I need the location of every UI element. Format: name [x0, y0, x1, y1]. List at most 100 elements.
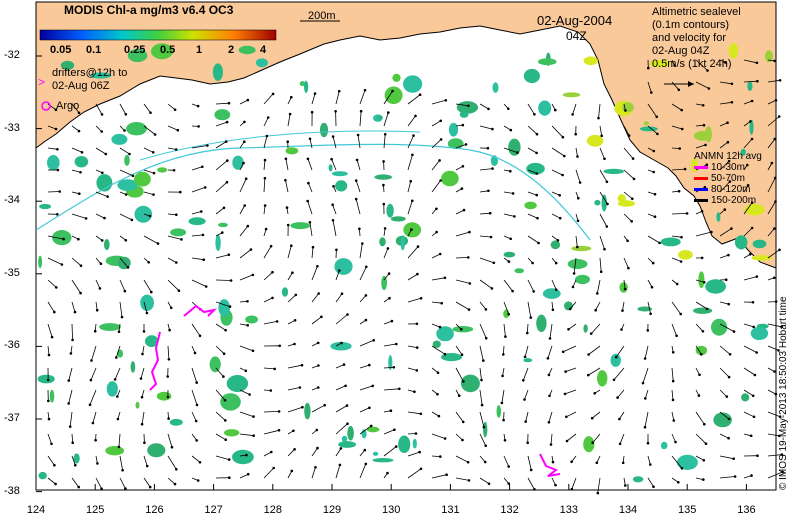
velocity-arrow-head — [177, 289, 181, 293]
velocity-arrow-head — [486, 146, 490, 150]
velocity-arrow-head — [437, 414, 441, 418]
velocity-arrow-head — [561, 173, 564, 177]
chl-patch — [99, 323, 121, 331]
velocity-arrow-head — [386, 247, 390, 250]
velocity-arrow-head — [121, 468, 124, 472]
chl-patch — [124, 154, 130, 166]
velocity-arrow-head — [770, 161, 774, 165]
velocity-arrow-head — [482, 359, 485, 362]
chl-patch — [436, 326, 454, 342]
chl-patch — [412, 438, 417, 449]
chl-patch — [111, 133, 128, 145]
velocity-arrow-head — [513, 215, 516, 218]
velocity-arrow-head — [317, 364, 320, 367]
velocity-arrow-head — [419, 412, 423, 416]
velocity-arrow-head — [317, 386, 320, 389]
velocity-arrow-head — [116, 417, 120, 421]
velocity-arrow-head — [587, 353, 590, 356]
velocity-arrow-head — [727, 417, 731, 421]
chl-patch — [130, 361, 136, 373]
velocity-arrow-head — [338, 463, 342, 467]
velocity-arrow-head — [204, 285, 208, 288]
chl-patch — [49, 389, 55, 403]
velocity-arrow-head — [772, 276, 776, 280]
velocity-arrow-head — [124, 238, 128, 242]
velocity-arrow-head — [372, 339, 376, 342]
velocity-arrow-head — [223, 398, 227, 402]
chl-patch — [74, 156, 89, 168]
velocity-arrow-head — [100, 113, 104, 116]
x-tick-label: 135 — [678, 504, 697, 516]
velocity-arrow-head — [653, 192, 657, 196]
chl-patch — [334, 258, 353, 275]
velocity-arrow-head — [252, 434, 255, 438]
velocity-arrow-head — [596, 292, 599, 295]
velocity-arrow-head — [222, 352, 226, 356]
velocity-arrow-head — [480, 378, 483, 382]
velocity-arrow-head — [145, 311, 149, 315]
chl-patch — [392, 73, 401, 82]
velocity-arrow-head — [460, 187, 464, 190]
chl-patch — [523, 358, 533, 363]
velocity-arrow-head — [752, 415, 756, 419]
velocity-arrow-head — [526, 441, 529, 445]
altimetry-line: Altimetric sealevel — [652, 6, 741, 18]
velocity-arrow-head — [671, 379, 675, 383]
velocity-arrow-head — [224, 419, 227, 422]
velocity-arrow-head — [246, 98, 250, 102]
velocity-arrow-head — [363, 88, 367, 92]
chl-patch — [290, 222, 311, 230]
velocity-arrow-head — [409, 179, 413, 183]
chl-patch — [514, 268, 524, 274]
velocity-arrow-head — [701, 330, 705, 333]
velocity-arrow-head — [462, 208, 466, 212]
velocity-arrow-head — [273, 367, 277, 371]
chl-patch — [564, 301, 573, 311]
y-tick-label: -34 — [4, 194, 20, 207]
velocity-arrow-head — [300, 363, 304, 367]
velocity-arrow-head — [652, 149, 656, 153]
velocity-arrow-head — [439, 179, 442, 182]
chl-patch — [238, 45, 256, 55]
chl-patch — [381, 275, 387, 291]
velocity-arrow-head — [727, 253, 730, 257]
velocity-arrow-head — [574, 132, 577, 136]
velocity-arrow-head — [594, 308, 597, 312]
velocity-arrow-head — [68, 425, 72, 428]
chl-patch — [38, 471, 47, 480]
velocity-arrow-head — [117, 330, 121, 334]
velocity-arrow-head — [71, 441, 74, 445]
chl-patch — [209, 356, 221, 373]
velocity-arrow-head — [198, 461, 202, 464]
velocity-arrow-head — [749, 120, 752, 123]
velocity-arrow-head — [316, 265, 319, 268]
chl-patch — [698, 271, 705, 289]
velocity-arrow-head — [128, 152, 131, 156]
velocity-arrow-head — [410, 228, 413, 231]
velocity-arrow-head — [346, 313, 349, 316]
velocity-arrow-head — [564, 370, 567, 373]
chl-patch — [319, 122, 329, 138]
chl-patch — [747, 81, 753, 91]
velocity-arrow-head — [509, 237, 512, 241]
velocity-arrow-head — [317, 292, 321, 295]
velocity-arrow-head — [490, 287, 494, 290]
velocity-arrow-head — [69, 352, 73, 355]
velocity-arrow-head — [166, 395, 170, 399]
velocity-arrow-head — [646, 329, 650, 332]
velocity-arrow-head — [462, 380, 465, 383]
velocity-arrow-head — [461, 438, 464, 442]
velocity-arrow-head — [627, 266, 630, 270]
velocity-arrow-head — [438, 325, 442, 329]
velocity-arrow-head — [142, 330, 146, 333]
velocity-arrow-head — [511, 192, 515, 195]
velocity-arrow-head — [627, 134, 631, 137]
velocity-arrow-head — [554, 108, 557, 112]
velocity-arrow-head — [100, 487, 103, 491]
velocity-arrow-head — [702, 123, 706, 127]
velocity-arrow-head — [501, 374, 504, 378]
velocity-arrow-head — [618, 442, 622, 446]
velocity-arrow-head — [228, 476, 231, 480]
velocity-arrow-head — [246, 324, 249, 327]
velocity-arrow-head — [491, 167, 494, 170]
